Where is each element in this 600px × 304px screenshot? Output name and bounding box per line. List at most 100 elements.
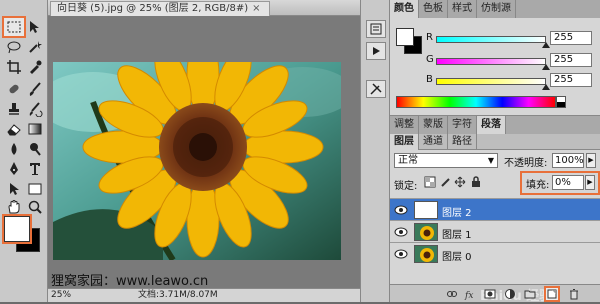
- layer-thumbnail: [414, 201, 438, 219]
- channel-slider-r[interactable]: [436, 36, 546, 43]
- path-selection-tool[interactable]: [4, 180, 24, 198]
- tab-paragraph[interactable]: 段落: [477, 116, 506, 134]
- tab-channels[interactable]: 通道: [419, 134, 448, 150]
- toolbox: [0, 0, 48, 302]
- channel-slider-g[interactable]: [436, 58, 546, 65]
- lock-image-icon[interactable]: [440, 176, 452, 188]
- blend-mode-select[interactable]: 正常 ▼: [394, 153, 498, 168]
- channel-label-g: G: [426, 54, 434, 65]
- magic-wand-tool[interactable]: [25, 38, 45, 56]
- adjustment-icon[interactable]: [504, 288, 516, 300]
- new-layer-icon[interactable]: [544, 286, 560, 302]
- pen-tool[interactable]: [4, 160, 24, 178]
- fill-control: 填充: 0% ▶: [520, 171, 600, 195]
- black-white-swatch[interactable]: [556, 96, 566, 108]
- lasso-tool[interactable]: [4, 38, 24, 56]
- layer-name: 图层 0: [442, 252, 472, 263]
- chevron-down-icon: ▼: [487, 156, 494, 165]
- link-icon[interactable]: [446, 288, 458, 300]
- fill-label: 填充:: [526, 180, 550, 191]
- fill-dropdown-icon[interactable]: ▶: [585, 175, 595, 190]
- channel-label-r: R: [426, 32, 433, 43]
- color-spectrum-bar[interactable]: [396, 96, 556, 108]
- document-tab[interactable]: 向日葵 (5).jpg @ 25% (图层 2, RGB/8#) ×: [50, 1, 270, 16]
- channel-thumb-r[interactable]: [542, 42, 550, 48]
- fill-field[interactable]: 0%: [552, 175, 584, 190]
- lock-position-icon[interactable]: [454, 176, 466, 188]
- document-canvas[interactable]: 狸窝家园：www.leawo.cn: [48, 16, 360, 289]
- tab-adjustments[interactable]: 调整: [390, 116, 419, 134]
- tab-character[interactable]: 字符: [448, 116, 477, 134]
- crop-tool[interactable]: [4, 58, 24, 76]
- trash-icon[interactable]: [568, 288, 580, 300]
- move-tool[interactable]: [25, 18, 45, 36]
- fx-icon[interactable]: fx: [464, 288, 476, 300]
- actions-panel-icon[interactable]: [366, 42, 386, 60]
- tab-color[interactable]: 颜色: [390, 0, 419, 18]
- layers-panel: 图层 通道 路径 正常 ▼ 不透明度: 100% ▶ 锁定: 填充: 0% ▶ …: [390, 134, 600, 304]
- opacity-label: 不透明度:: [504, 158, 548, 169]
- tab-swatches[interactable]: 色板: [419, 0, 448, 18]
- layer-row[interactable]: 图层 1: [390, 220, 600, 242]
- history-panel-icon[interactable]: [366, 20, 386, 38]
- eye-icon[interactable]: [394, 248, 408, 260]
- tab-layers[interactable]: 图层: [390, 134, 419, 150]
- type-tool[interactable]: [25, 160, 45, 178]
- lock-label: 锁定:: [394, 181, 418, 192]
- opacity-dropdown-icon[interactable]: ▶: [586, 153, 596, 168]
- eye-icon[interactable]: [394, 204, 408, 216]
- opacity-field[interactable]: 100%: [552, 153, 584, 168]
- channel-label-b: B: [426, 74, 433, 85]
- hand-tool[interactable]: [4, 198, 24, 216]
- healing-brush-tool[interactable]: [4, 80, 24, 98]
- layer-name: 图层 1: [442, 230, 472, 241]
- zoom-level[interactable]: 25%: [51, 289, 71, 302]
- color-panel: 颜色 色板 样式 仿制源 R 255 G 255 B 255: [390, 0, 600, 116]
- gradient-tool[interactable]: [25, 120, 45, 138]
- channel-value-g[interactable]: 255: [550, 53, 592, 67]
- layer-thumbnail: [414, 223, 438, 241]
- brush-tool[interactable]: [25, 80, 45, 98]
- dodge-tool[interactable]: [25, 140, 45, 158]
- group-icon[interactable]: [524, 288, 536, 300]
- color-panel-tabs: 颜色 色板 样式 仿制源: [390, 0, 600, 18]
- layer-thumbnail: [414, 245, 438, 263]
- eye-icon[interactable]: [394, 226, 408, 238]
- tab-masks[interactable]: 蒙版: [419, 116, 448, 134]
- layers-panel-tabs: 图层 通道 路径: [390, 134, 600, 150]
- adjustments-panel-tabs: 调整 蒙版 字符 段落: [390, 116, 600, 134]
- tab-paths[interactable]: 路径: [448, 134, 477, 150]
- svg-text:fx: fx: [464, 291, 473, 300]
- lock-transparency-icon[interactable]: [424, 176, 436, 188]
- zoom-tool[interactable]: [25, 198, 45, 216]
- document-tab-title: 向日葵 (5).jpg @ 25% (图层 2, RGB/8#): [57, 3, 249, 14]
- clone-stamp-tool[interactable]: [4, 100, 24, 118]
- channel-slider-b[interactable]: [436, 78, 546, 85]
- lock-all-icon[interactable]: [470, 176, 482, 188]
- tab-styles[interactable]: 样式: [448, 0, 477, 18]
- channel-thumb-b[interactable]: [542, 84, 550, 90]
- eraser-tool[interactable]: [4, 120, 24, 138]
- rectangle-shape-tool[interactable]: [25, 180, 45, 198]
- tool-presets-panel-icon[interactable]: [366, 80, 386, 98]
- foreground-color-swatch[interactable]: [2, 214, 32, 244]
- channel-thumb-g[interactable]: [542, 64, 550, 70]
- channel-value-r[interactable]: 255: [550, 31, 592, 45]
- eyedropper-tool[interactable]: [25, 58, 45, 76]
- layer-name: 图层 2: [442, 208, 472, 219]
- layer-row[interactable]: 图层 0: [390, 242, 600, 264]
- blur-tool[interactable]: [4, 140, 24, 158]
- document-titlebar: 向日葵 (5).jpg @ 25% (图层 2, RGB/8#) ×: [48, 0, 360, 16]
- tab-clone-source[interactable]: 仿制源: [477, 0, 516, 18]
- rectangular-marquee-tool[interactable]: [2, 16, 26, 38]
- document-status-bar: 25% 文档:3.71M/8.07M: [48, 288, 360, 302]
- layer-row[interactable]: 图层 2: [390, 198, 600, 220]
- watermark-text: 狸窝家园：www.leawo.cn: [51, 274, 209, 289]
- mask-icon[interactable]: [484, 288, 496, 300]
- sunflower-photo: [53, 62, 341, 260]
- channel-row-b: B 255: [426, 73, 596, 90]
- channel-value-b[interactable]: 255: [550, 73, 592, 87]
- color-panel-foreground-swatch[interactable]: [396, 28, 414, 46]
- close-icon[interactable]: ×: [252, 2, 260, 16]
- history-brush-tool[interactable]: [25, 100, 45, 118]
